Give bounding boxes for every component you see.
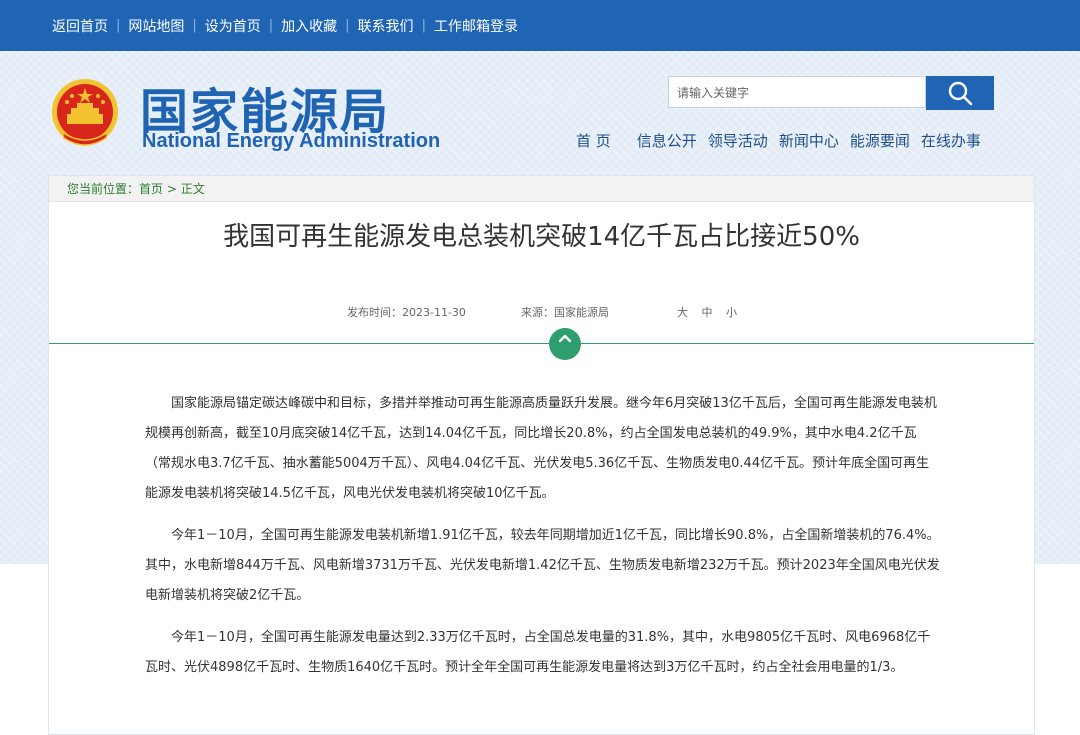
article-card: 您当前位置：首页 > 正文 我国可再生能源发电总装机突破14亿千瓦占比接近50%… [48, 175, 1035, 735]
collapse-toggle[interactable] [549, 328, 581, 360]
article-paragraph: 今年1－10月，全国可再生能源发电装机新增1.91亿千瓦，较去年同期增加近1亿千… [145, 528, 940, 603]
top-link-favorite[interactable]: 加入收藏 [281, 16, 337, 36]
font-size-large[interactable]: 大 [677, 306, 688, 319]
article-meta: 发布时间：2023-11-30 来源：国家能源局 大 中 小 [49, 304, 1034, 324]
article-body: 国家能源局锚定碳达峰碳中和目标，多措并举推动可再生能源高质量跃升发展。继今年6月… [145, 389, 940, 695]
site-title-en: National Energy Administration [142, 130, 441, 152]
search-icon [948, 81, 973, 106]
top-link-separator: | [192, 18, 197, 33]
top-link-separator: | [116, 18, 121, 33]
top-links: 返回首页 | 网站地图 | 设为首页 | 加入收藏 | 联系我们 | 工作邮箱登… [52, 0, 518, 51]
font-size-medium[interactable]: 中 [702, 306, 713, 319]
breadcrumb-current: 正文 [180, 182, 205, 196]
nav-item-leadership[interactable]: 领导活动 [708, 130, 768, 151]
chevron-up-icon [558, 334, 572, 343]
top-link-email-login[interactable]: 工作邮箱登录 [434, 16, 518, 36]
breadcrumb: 您当前位置：首页 > 正文 [49, 176, 1034, 202]
breadcrumb-home[interactable]: 首页 [139, 182, 163, 196]
article-source: 来源：国家能源局 [521, 306, 609, 319]
search-input[interactable]: 请输入关键字 [668, 76, 926, 108]
top-link-home[interactable]: 返回首页 [52, 16, 108, 36]
nav-item-online-services[interactable]: 在线办事 [921, 130, 981, 151]
top-link-separator: | [268, 18, 274, 33]
main-nav: 首 页 信息公开 领导活动 新闻中心 能源要闻 在线办事 [576, 130, 992, 151]
font-size-small[interactable]: 小 [726, 306, 737, 319]
search-button[interactable] [926, 76, 994, 110]
top-link-contact[interactable]: 联系我们 [358, 16, 414, 36]
top-link-separator: | [345, 18, 350, 33]
top-bar: 返回首页 | 网站地图 | 设为首页 | 加入收藏 | 联系我们 | 工作邮箱登… [0, 0, 1080, 51]
breadcrumb-prefix: 您当前位置： [67, 182, 140, 196]
top-link-separator: | [421, 18, 426, 33]
article-paragraph: 国家能源局锚定碳达峰碳中和目标，多措并举推动可再生能源高质量跃升发展。继今年6月… [145, 396, 937, 501]
meta-divider [49, 343, 1034, 344]
publish-time: 发布时间：2023-11-30 [347, 306, 466, 319]
top-link-set-homepage[interactable]: 设为首页 [205, 16, 261, 36]
article-title: 我国可再生能源发电总装机突破14亿千瓦占比接近50% [223, 222, 860, 252]
nav-item-home[interactable]: 首 页 [576, 130, 611, 151]
top-link-sitemap[interactable]: 网站地图 [128, 16, 184, 36]
nav-item-news[interactable]: 新闻中心 [779, 130, 839, 151]
national-emblem-logo [50, 78, 120, 150]
article-paragraph: 今年1－10月，全国可再生能源发电量达到2.33万亿千瓦时，占全国总发电量的31… [145, 630, 931, 675]
search-box: 请输入关键字 [668, 76, 996, 110]
nav-item-energy-news[interactable]: 能源要闻 [850, 130, 910, 151]
nav-item-info-disclosure[interactable]: 信息公开 [637, 130, 697, 151]
breadcrumb-separator: > [166, 182, 177, 196]
font-size-controls: 大 中 小 [677, 304, 747, 320]
